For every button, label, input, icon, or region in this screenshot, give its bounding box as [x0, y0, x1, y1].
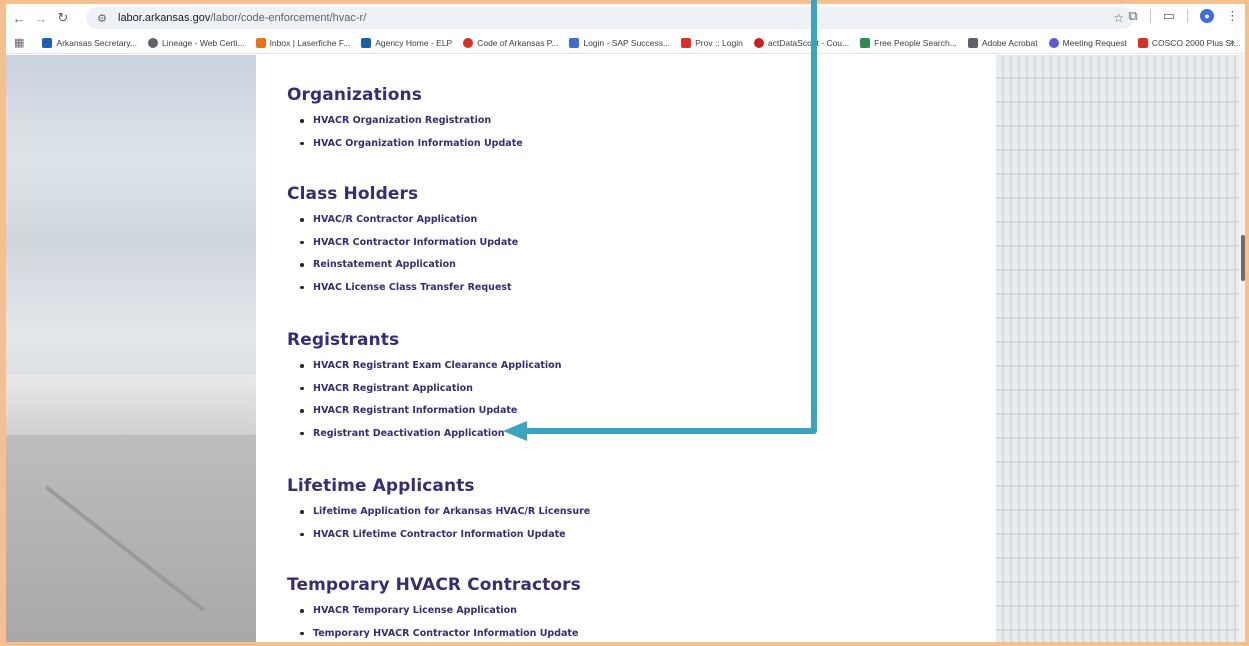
bookmark-item[interactable]: Arkansas Secretary...	[42, 37, 138, 48]
bookmark-label: actDataScout - Cou...	[767, 37, 850, 48]
section-temporary-hvacr-contractors: Temporary HVACR Contractors HVACR Tempor…	[287, 575, 581, 642]
bookmark-item[interactable]: actDataScout - Cou...	[753, 37, 850, 48]
list-item: Registrant Deactivation Application	[287, 428, 561, 451]
bookmark-favicon-icon	[569, 37, 580, 48]
bookmark-favicon-icon	[967, 37, 978, 48]
bookmark-item[interactable]: Free People Search...	[860, 37, 957, 48]
list-item: HVAC Organization Information Update	[287, 138, 523, 161]
back-icon[interactable]: ←	[10, 9, 28, 27]
link-hvacr-organization-registration[interactable]: HVACR Organization Registration	[313, 115, 491, 126]
background-photo-left	[6, 55, 256, 642]
bookmark-label: Lineage - Web Certi...	[162, 37, 245, 48]
bookmark-label: Adobe Acrobat	[981, 37, 1038, 48]
list-item: HVACR Contractor Information Update	[287, 237, 518, 260]
bookmark-item[interactable]: Meeting Request	[1048, 37, 1127, 48]
site-info-icon[interactable]: ⚙	[92, 12, 112, 25]
bookmark-label: Agency Home - ELP	[375, 37, 453, 48]
link-registrant-deactivation-application[interactable]: Registrant Deactivation Application	[313, 428, 504, 439]
section-heading: Temporary HVACR Contractors	[287, 575, 581, 595]
link-hvacr-registrant-exam-clearance-application[interactable]: HVACR Registrant Exam Clearance Applicat…	[313, 360, 561, 371]
list-item: HVACR Organization Registration	[287, 115, 523, 138]
section-lifetime-applicants: Lifetime Applicants Lifetime Application…	[287, 476, 590, 551]
list-item: HVAC License Class Transfer Request	[287, 282, 518, 305]
bookmark-item[interactable]: Login - SAP Success...	[569, 37, 671, 48]
bookmark-label: Prov :: Login	[695, 37, 743, 48]
bookmark-label: COSCO 2000 Plus St...	[1151, 37, 1241, 48]
list-item: HVACR Registrant Exam Clearance Applicat…	[287, 360, 561, 383]
extensions-icon[interactable]: ⧉	[1128, 8, 1137, 24]
section-heading: Class Holders	[287, 184, 419, 204]
link-temporary-hvacr-contractor-information-update[interactable]: Temporary HVACR Contractor Information U…	[313, 628, 578, 639]
link-hvacr-contractor-application[interactable]: HVAC/R Contractor Application	[313, 214, 477, 225]
link-hvacr-contractor-information-update[interactable]: HVACR Contractor Information Update	[313, 237, 518, 248]
bookmark-favicon-icon	[463, 37, 474, 48]
bookmark-label: Meeting Request	[1062, 37, 1127, 48]
bookmark-favicon-icon	[860, 37, 871, 48]
bookmark-item[interactable]: Agency Home - ELP	[361, 37, 453, 48]
bookmark-label: Login - SAP Success...	[583, 37, 671, 48]
page-scrollbar[interactable]	[1239, 55, 1245, 642]
bookmark-label: Code of Arkansas P...	[477, 37, 559, 48]
toolbar-divider	[1149, 9, 1151, 23]
list-item: HVACR Registrant Application	[287, 383, 561, 406]
browser-toolbar: ← → ↻ ⚙ labor.arkansas.gov/labor/code-en…	[6, 4, 1245, 32]
bookmark-star-icon[interactable]: ☆	[1113, 11, 1124, 25]
bookmark-favicon-icon	[148, 37, 159, 48]
section-heading: Organizations	[287, 85, 422, 105]
link-hvac-organization-information-update[interactable]: HVAC Organization Information Update	[313, 138, 523, 149]
reading-list-icon[interactable]: ▭	[1163, 8, 1175, 24]
link-hvacr-registrant-information-update[interactable]: HVACR Registrant Information Update	[313, 405, 517, 416]
bookmark-item[interactable]: COSCO 2000 Plus St...	[1137, 37, 1241, 48]
scrollbar-thumb[interactable]	[1241, 235, 1245, 281]
more-bookmarks-icon[interactable]: »	[1229, 37, 1235, 48]
bookmark-label: Free People Search...	[874, 37, 957, 48]
bookmark-favicon-icon	[361, 37, 372, 48]
link-reinstatement-application[interactable]: Reinstatement Application	[313, 259, 456, 270]
link-hvacr-lifetime-contractor-information-update[interactable]: HVACR Lifetime Contractor Information Up…	[313, 529, 566, 540]
main-content: Organizations HVACR Organization Registr…	[256, 55, 996, 642]
bookmark-favicon-icon	[1048, 37, 1059, 48]
link-hvac-license-class-transfer-request[interactable]: HVAC License Class Transfer Request	[313, 282, 512, 293]
link-hvacr-temporary-license-application[interactable]: HVACR Temporary License Application	[313, 605, 517, 616]
bookmark-item[interactable]: Lineage - Web Certi...	[148, 37, 245, 48]
bookmark-favicon-icon	[1137, 37, 1148, 48]
link-lifetime-application[interactable]: Lifetime Application for Arkansas HVAC/R…	[313, 506, 590, 517]
address-bar[interactable]: ⚙ labor.arkansas.gov/labor/code-enforcem…	[86, 7, 1134, 29]
section-heading: Lifetime Applicants	[287, 476, 475, 496]
bookmark-favicon-icon	[681, 37, 692, 48]
list-item: Reinstatement Application	[287, 259, 518, 282]
list-item: HVACR Registrant Information Update	[287, 405, 561, 428]
bookmark-label: Arkansas Secretary...	[56, 37, 138, 48]
bookmark-label: Inbox | Laserfiche F...	[269, 37, 351, 48]
page-viewport: Organizations HVACR Organization Registr…	[6, 55, 1245, 642]
section-class-holders: Class Holders HVAC/R Contractor Applicat…	[287, 184, 518, 304]
profile-avatar-icon[interactable]: ●	[1200, 9, 1214, 23]
bookmark-favicon-icon	[42, 37, 53, 48]
list-item: HVAC/R Contractor Application	[287, 214, 518, 237]
list-item: HVACR Lifetime Contractor Information Up…	[287, 529, 590, 552]
list-item: Lifetime Application for Arkansas HVAC/R…	[287, 506, 590, 529]
toolbar-divider	[1187, 9, 1188, 23]
menu-kebab-icon[interactable]: ⋮	[1226, 8, 1239, 24]
reload-icon[interactable]: ↻	[54, 9, 72, 27]
list-item: Temporary HVACR Contractor Information U…	[287, 628, 581, 643]
section-registrants: Registrants HVACR Registrant Exam Cleara…	[287, 330, 561, 450]
bookmark-item[interactable]: Prov :: Login	[681, 37, 743, 48]
bookmark-favicon-icon	[753, 37, 764, 48]
section-heading: Registrants	[287, 330, 400, 350]
bookmark-favicon-icon	[255, 37, 266, 48]
browser-window: ← → ↻ ⚙ labor.arkansas.gov/labor/code-en…	[6, 4, 1245, 642]
bookmarks-bar: ▦ Arkansas Secretary... Lineage - Web Cer…	[6, 32, 1245, 54]
apps-grid-icon[interactable]: ▦	[14, 36, 24, 49]
list-item: HVACR Temporary License Application	[287, 605, 581, 628]
bookmark-item[interactable]: Code of Arkansas P...	[463, 37, 559, 48]
background-photo-right	[996, 55, 1245, 642]
forward-icon[interactable]: →	[32, 9, 50, 27]
bookmark-item[interactable]: Adobe Acrobat	[967, 37, 1038, 48]
url-text[interactable]: labor.arkansas.gov/labor/code-enforcemen…	[118, 12, 366, 24]
bookmark-item[interactable]: Inbox | Laserfiche F...	[255, 37, 351, 48]
section-organizations: Organizations HVACR Organization Registr…	[287, 85, 523, 160]
link-hvacr-registrant-application[interactable]: HVACR Registrant Application	[313, 383, 473, 394]
